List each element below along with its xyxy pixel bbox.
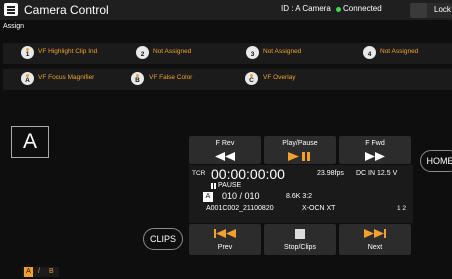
clip-name: A001C002_21100820 (206, 205, 274, 212)
playback-state: PAUSE (218, 182, 242, 189)
assign-a-label[interactable]: VF Focus Magnifier (38, 74, 94, 81)
f-rev-button[interactable]: F Rev (189, 136, 261, 164)
fast-forward-icon (365, 152, 385, 161)
slot-badge: A (203, 192, 213, 202)
tcr-label: TCR (192, 170, 206, 177)
pause-icon (211, 183, 216, 189)
assign-4-label[interactable]: Not Assigned (380, 48, 418, 55)
prev-label: Prev (217, 244, 233, 251)
assign-row-2: A VF Focus Magnifier B VF False Color C … (3, 69, 452, 90)
assign-3-label[interactable]: Not Assigned (263, 48, 301, 55)
assign-c-label[interactable]: VF Overlay (263, 74, 296, 81)
next-label: Next (367, 244, 383, 251)
page-indicator: 1 2 (397, 205, 407, 212)
rewind-icon (215, 152, 235, 161)
assign-row-1: 1 VF Highlight Clip Ind 2 Not Assigned 3… (3, 43, 452, 64)
fps-value: 23.98fps (317, 170, 344, 177)
format-value: 8.6K 3:2 (286, 193, 313, 200)
play-pause-label: Play/Pause (282, 140, 318, 147)
camera-id: ID : A Camera (281, 4, 331, 13)
f-rev-label: F Rev (215, 140, 235, 147)
assign-c-badge[interactable]: C (245, 72, 258, 85)
clips-button[interactable]: CLIPS (143, 228, 183, 250)
assign-3-badge[interactable]: 3 (246, 46, 259, 59)
clip-count: 010 / 010 (222, 191, 260, 201)
next-button[interactable]: Next (339, 224, 411, 255)
prev-button[interactable]: Prev (189, 224, 261, 255)
assign-a-badge[interactable]: A (21, 72, 34, 85)
assign-1-label[interactable]: VF Highlight Clip Ind (38, 48, 97, 55)
assign-2-badge[interactable]: 2 (136, 46, 149, 59)
ab-toggle-separator: / (38, 268, 40, 275)
timecode: 00:00:00:00 (211, 166, 285, 182)
assign-1-badge[interactable]: 1 (21, 46, 34, 59)
assign-2-label[interactable]: Not Assigned (153, 48, 191, 55)
assign-4-badge[interactable]: 4 (363, 46, 376, 59)
f-fwd-button[interactable]: F Fwd (339, 136, 411, 164)
camera-letter: A (11, 126, 49, 158)
ab-toggle-b[interactable]: B (49, 268, 54, 275)
skip-previous-icon (214, 229, 236, 238)
skip-next-icon (364, 229, 386, 238)
assign-heading: Assign (3, 23, 25, 30)
ab-toggle[interactable]: A / B (22, 267, 59, 277)
assign-b-badge[interactable]: B (131, 72, 144, 85)
codec-value: X-OCN XT (302, 205, 336, 212)
app-title: Camera Control (24, 3, 109, 17)
status-panel: TCR 00:00:00:00 23.98fps DC IN 12.5 V PA… (189, 165, 413, 223)
dc-in-value: DC IN 12.5 V (356, 170, 398, 177)
home-button[interactable]: HOME (420, 150, 452, 172)
lock-label: Lock (434, 5, 451, 14)
stop-icon (295, 229, 305, 239)
play-pause-button[interactable]: Play/Pause (264, 136, 336, 164)
stop-clips-label: Stop/Clips (284, 244, 316, 251)
ab-toggle-a[interactable]: A (24, 267, 33, 277)
connected-dot-icon (336, 7, 341, 12)
lock-toggle-knob (410, 3, 427, 18)
menu-icon[interactable] (4, 3, 18, 16)
assign-b-label[interactable]: VF False Color (149, 74, 192, 81)
f-fwd-label: F Fwd (365, 140, 385, 147)
connection-status: Connected (343, 4, 382, 13)
play-pause-icon (288, 152, 310, 161)
stop-clips-button[interactable]: Stop/Clips (264, 224, 336, 255)
